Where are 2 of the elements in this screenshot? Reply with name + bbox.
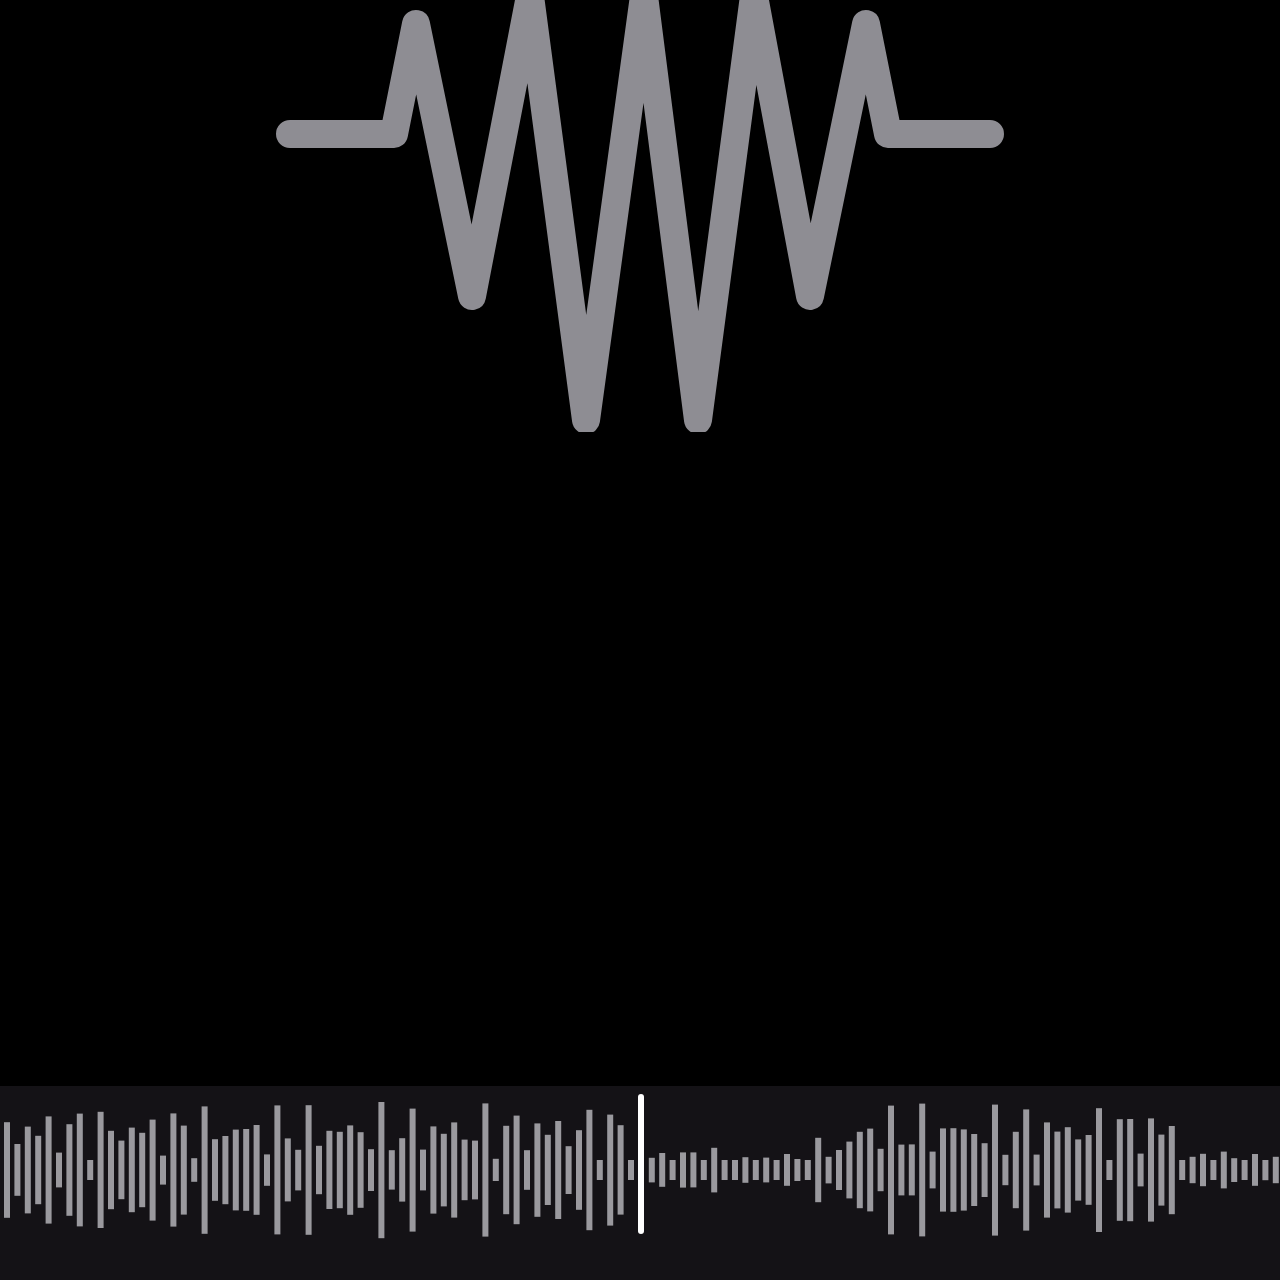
- playhead[interactable]: [638, 1094, 644, 1234]
- waveform-icon: [270, 0, 1010, 432]
